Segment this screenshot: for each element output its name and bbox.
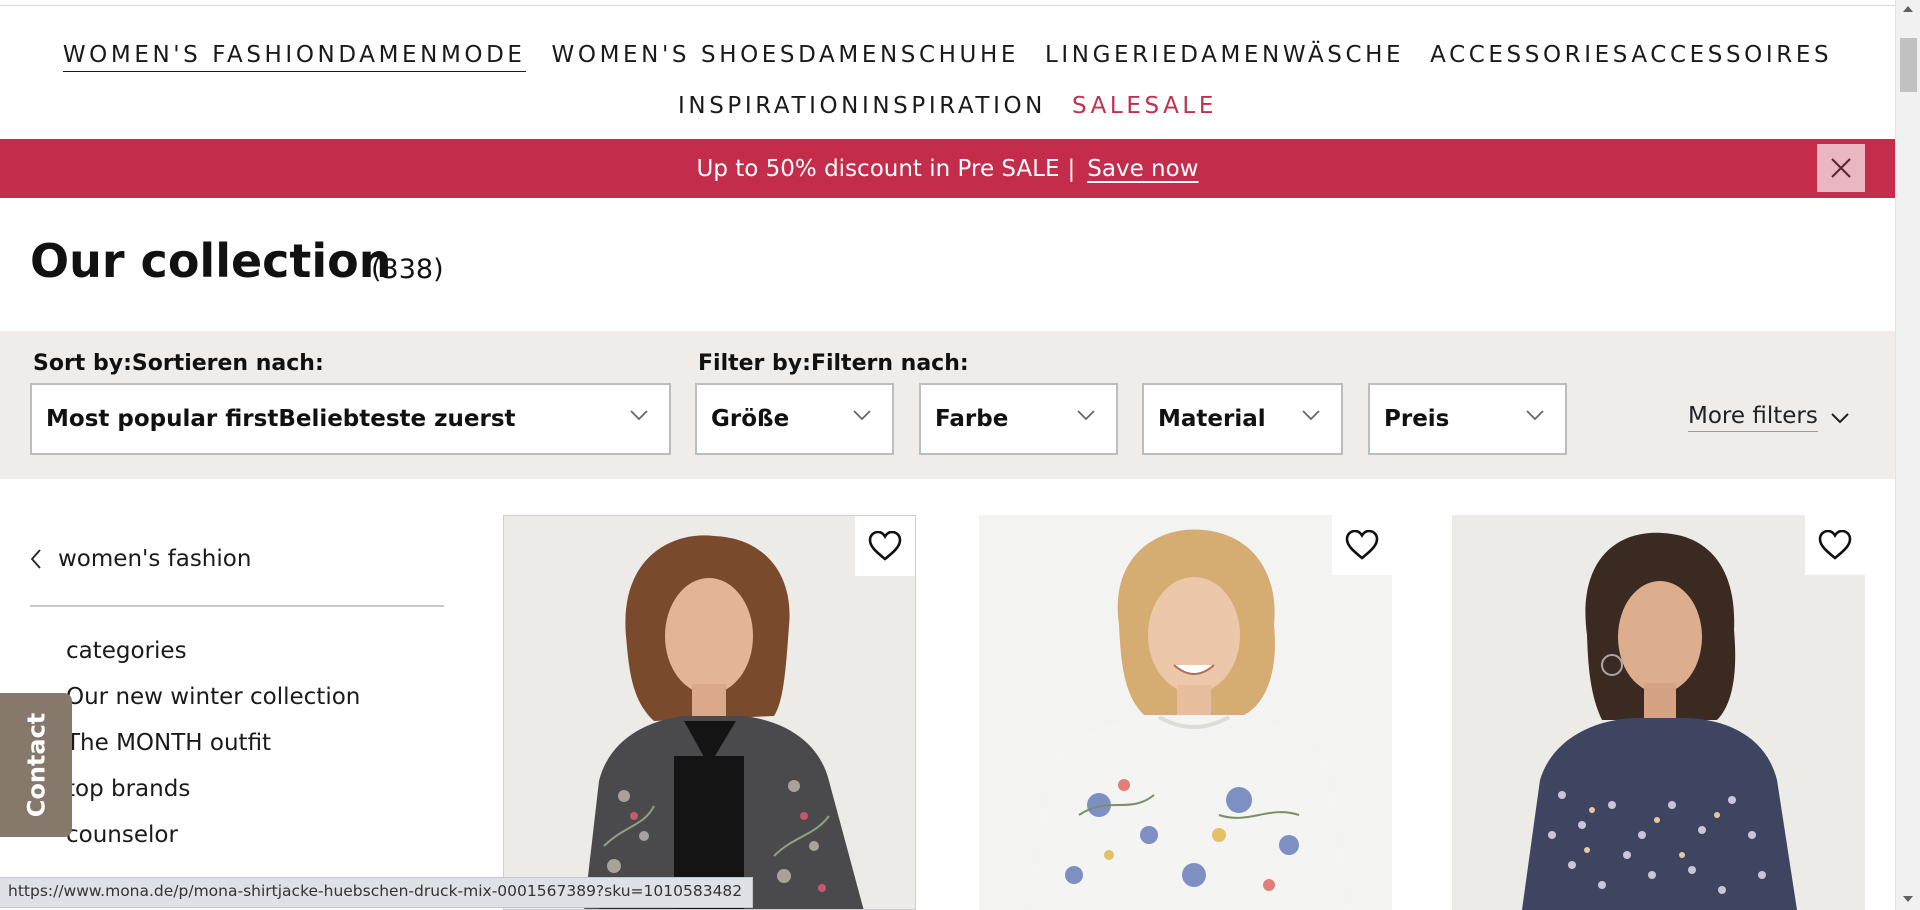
chevron-down-icon (1526, 410, 1544, 421)
chevron-left-icon (30, 549, 41, 569)
sort-select[interactable]: Most popular firstBeliebteste zuerst (30, 383, 671, 455)
chevron-down-icon (1831, 412, 1849, 423)
more-filters-label: More filters (1688, 403, 1818, 432)
promo-save-now-link[interactable]: Save now (1087, 156, 1198, 182)
scroll-up-arrow-icon[interactable] (1903, 6, 1913, 12)
chevron-down-icon (1302, 410, 1320, 421)
heart-icon (1345, 530, 1379, 560)
sidebar-divider (30, 605, 444, 607)
nav-row-2: INSPIRATIONINSPIRATION SALESALE (0, 93, 1895, 122)
promo-separator: | (1067, 155, 1076, 182)
promo-banner: Up to 50% discount in Pre SALE | Save no… (0, 139, 1895, 198)
nav-item-womens-fashion[interactable]: WOMEN'S FASHIONDAMENMODE (62, 42, 526, 72)
sidebar-back-label: women's fashion (58, 546, 252, 572)
sort-select-value: Most popular firstBeliebteste zuerst (46, 406, 516, 432)
contact-label: Contact (22, 712, 50, 818)
product-card-3[interactable] (1452, 515, 1865, 910)
material-filter-select[interactable]: Material (1142, 383, 1343, 455)
nav-item-inspiration[interactable]: INSPIRATIONINSPIRATION (678, 93, 1046, 122)
chevron-down-icon (1077, 410, 1095, 421)
nav-row-1: WOMEN'S FASHIONDAMENMODE WOMEN'S SHOESDA… (0, 42, 1895, 72)
price-filter-select[interactable]: Preis (1368, 383, 1567, 455)
scrollbar-thumb[interactable] (1900, 38, 1917, 92)
filter-label: Filter by:Filtern nach: (698, 351, 969, 376)
nav-item-womens-shoes[interactable]: WOMEN'S SHOESDAMENSCHUHE (552, 42, 1019, 72)
scroll-down-arrow-icon[interactable] (1903, 896, 1913, 902)
more-filters-button[interactable]: More filters (1688, 403, 1850, 432)
sidebar-item-top-brands[interactable]: top brands (66, 776, 190, 802)
page-title: Our collection (30, 234, 392, 288)
page-scrollbar[interactable] (1895, 0, 1920, 910)
sidebar-item-winter-collection[interactable]: Our new winter collection (66, 684, 360, 710)
contact-tab[interactable]: Contact (0, 693, 72, 837)
color-filter-select[interactable]: Farbe (919, 383, 1118, 455)
chevron-down-icon (630, 410, 648, 421)
sidebar-item-month-outfit[interactable]: The MONTH outfit (66, 730, 271, 756)
product-count: (338) (371, 254, 444, 285)
wishlist-button-1[interactable] (855, 516, 915, 576)
main-navigation: WOMEN'S FASHIONDAMENMODE WOMEN'S SHOESDA… (0, 6, 1895, 139)
color-filter-label: Farbe (935, 406, 1009, 432)
sort-label: Sort by:Sortieren nach: (33, 351, 324, 376)
promo-text: Up to 50% discount in Pre SALE (696, 155, 1060, 182)
sidebar-back-link[interactable]: women's fashion (30, 546, 251, 572)
product-card-2[interactable] (979, 515, 1392, 910)
heart-icon (1818, 530, 1852, 560)
product-card-1[interactable] (503, 515, 916, 910)
product-image-2 (979, 515, 1392, 910)
nav-item-accessories[interactable]: ACCESSORIESACCESSOIRES (1430, 42, 1832, 72)
filter-bar: Sort by:Sortieren nach: Filter by:Filter… (0, 331, 1895, 479)
promo-close-button[interactable] (1817, 144, 1865, 192)
size-filter-select[interactable]: Größe (695, 383, 894, 455)
wishlist-button-3[interactable] (1805, 515, 1865, 575)
sidebar-item-counselor[interactable]: counselor (66, 822, 178, 848)
wishlist-button-2[interactable] (1332, 515, 1392, 575)
chevron-down-icon (853, 410, 871, 421)
nav-item-lingerie[interactable]: LINGERIEDAMENWÄSCHE (1045, 42, 1404, 72)
nav-item-sale[interactable]: SALESALE (1072, 93, 1217, 122)
price-filter-label: Preis (1384, 406, 1450, 432)
heart-icon (868, 531, 902, 561)
material-filter-label: Material (1158, 406, 1266, 432)
browser-status-url: https://www.mona.de/p/mona-shirtjacke-hu… (0, 877, 754, 908)
product-image-3 (1452, 515, 1865, 910)
sidebar-item-categories[interactable]: categories (66, 638, 187, 664)
size-filter-label: Größe (711, 406, 790, 432)
close-icon (1831, 158, 1851, 178)
